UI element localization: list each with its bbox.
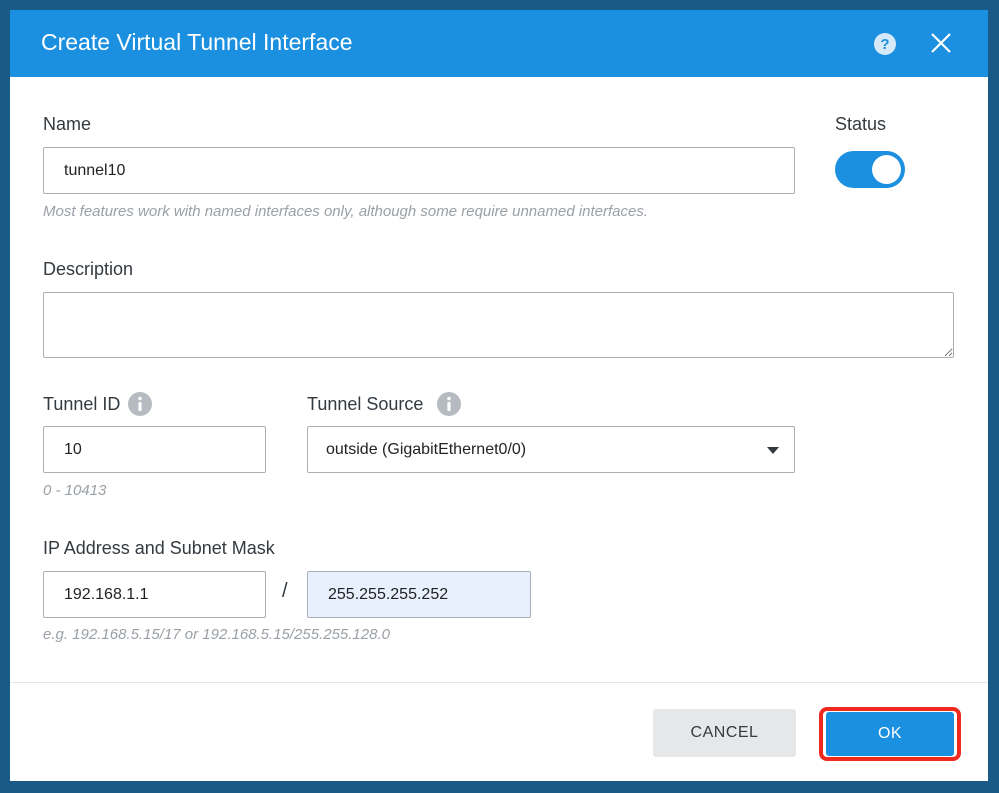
chevron-down-icon xyxy=(767,447,779,454)
dialog-header: Create Virtual Tunnel Interface ? xyxy=(10,10,988,77)
ip-hint: e.g. 192.168.5.15/17 or 192.168.5.15/255… xyxy=(43,626,390,643)
help-circle-icon[interactable]: ? xyxy=(873,32,897,56)
description-textarea[interactable] xyxy=(43,292,954,358)
status-toggle[interactable] xyxy=(835,151,905,188)
close-icon[interactable] xyxy=(928,30,954,56)
tunnel-id-input[interactable] xyxy=(43,426,266,473)
tunnel-id-hint: 0 - 10413 xyxy=(43,482,107,499)
status-toggle-knob xyxy=(872,155,901,184)
name-label: Name xyxy=(43,114,92,134)
tunnel-source-info-icon[interactable] xyxy=(437,392,461,416)
tunnel-source-label: Tunnel Source xyxy=(307,394,424,414)
status-label: Status xyxy=(835,114,887,134)
cancel-button[interactable]: CANCEL xyxy=(653,709,796,757)
name-input[interactable] xyxy=(43,147,795,194)
create-tunnel-dialog: Create Virtual Tunnel Interface ? Name M… xyxy=(10,10,988,781)
tunnel-id-info-icon[interactable] xyxy=(128,392,152,416)
ip-address-input[interactable] xyxy=(43,571,266,618)
ip-separator: / xyxy=(282,580,288,602)
svg-text:?: ? xyxy=(880,36,889,53)
ok-button[interactable]: OK xyxy=(826,712,954,756)
tunnel-source-select[interactable]: outside (GigabitEthernet0/0) xyxy=(307,426,795,473)
subnet-mask-input[interactable] xyxy=(307,571,531,618)
name-hint: Most features work with named interfaces… xyxy=(43,203,649,220)
window-frame: Create Virtual Tunnel Interface ? Name M… xyxy=(0,0,999,793)
ip-label: IP Address and Subnet Mask xyxy=(43,538,275,558)
description-label: Description xyxy=(43,259,134,279)
tunnel-id-label: Tunnel ID xyxy=(43,394,121,414)
dialog-title: Create Virtual Tunnel Interface xyxy=(41,29,353,55)
footer-divider xyxy=(10,682,988,683)
tunnel-source-selected: outside (GigabitEthernet0/0) xyxy=(326,441,527,458)
